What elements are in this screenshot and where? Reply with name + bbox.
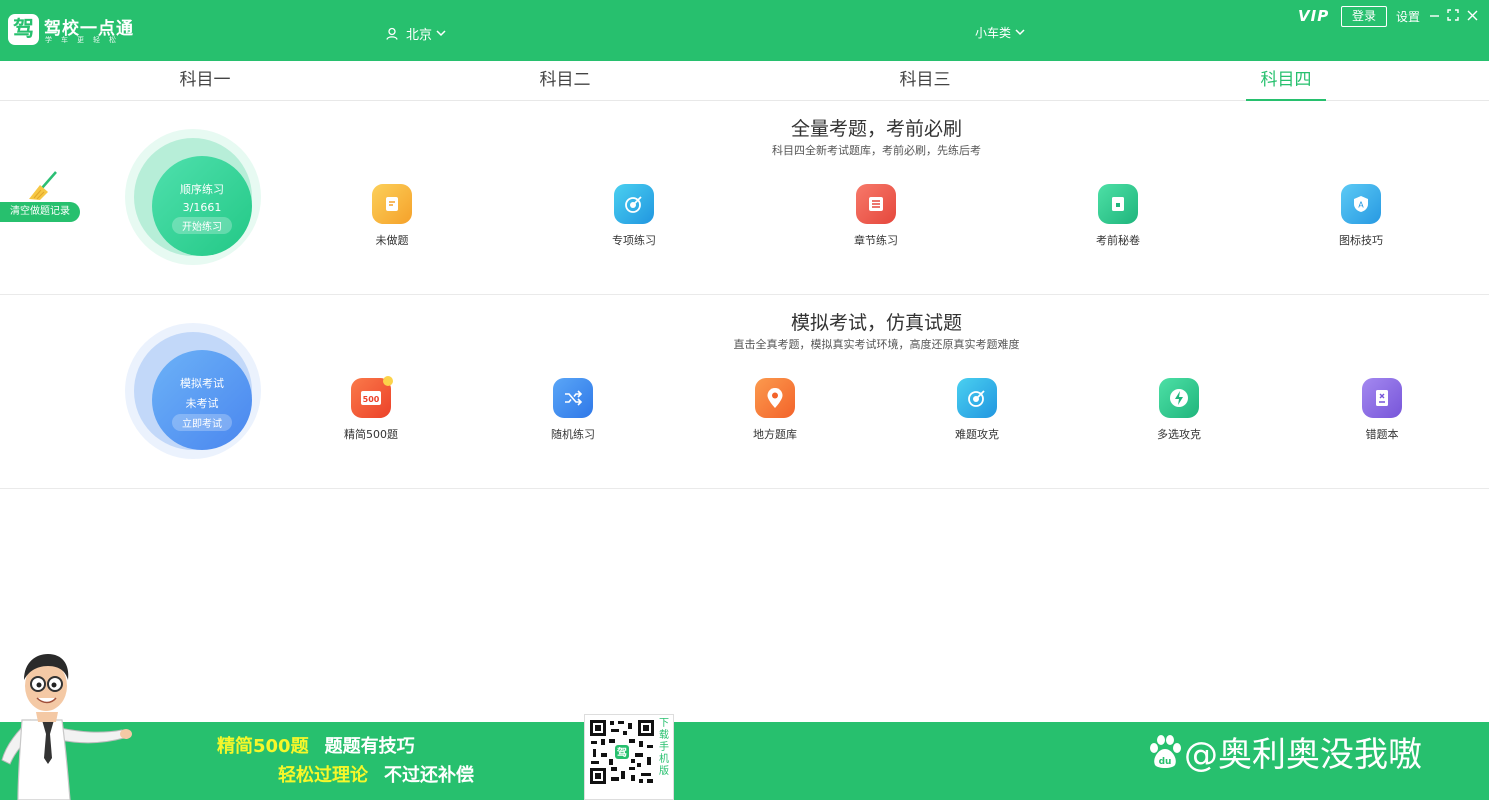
tab-subject-1[interactable]: 科目一 bbox=[145, 61, 265, 101]
car-type-selector[interactable]: 小车类 bbox=[975, 24, 1025, 41]
settings-button[interactable]: 设置 bbox=[1396, 8, 1420, 25]
banner-line1-a: 精简500题 bbox=[217, 736, 309, 757]
mascot-character-icon bbox=[1, 654, 132, 800]
svg-text:500: 500 bbox=[363, 395, 380, 404]
app-window: 驾 驾校一点通 学车更轻松 北京 小车类 VIP 登录 设置 科目一 科目二 科… bbox=[0, 0, 1489, 800]
item-special-practice[interactable]: 专项练习 bbox=[589, 184, 679, 248]
item-sign-tips[interactable]: A 图标技巧 bbox=[1316, 184, 1406, 248]
exam-section: 模拟考试，仿真试题 直击全真考题，模拟真实考试环境，高度还原真实考题难度 模拟考… bbox=[0, 295, 1489, 489]
item-secret-exam[interactable]: 考前秘卷 bbox=[1073, 184, 1163, 248]
svg-text:驾: 驾 bbox=[616, 746, 627, 759]
target-icon bbox=[957, 378, 997, 418]
title-bar: 驾 驾校一点通 学车更轻松 北京 小车类 VIP 登录 设置 bbox=[0, 0, 1489, 61]
list-icon bbox=[856, 184, 896, 224]
broom-icon bbox=[29, 171, 57, 200]
promo-banner[interactable]: 精简500题 题题有技巧 轻松过理论 不过还补偿 驾 下 载 手 机 版 du … bbox=[0, 714, 1489, 800]
item-chapter-practice[interactable]: 章节练习 bbox=[831, 184, 921, 248]
login-button[interactable]: 登录 bbox=[1341, 6, 1387, 27]
item-local-questions[interactable]: 地方题库 bbox=[730, 378, 820, 442]
download-mobile-label: 下 载 手 机 版 bbox=[659, 718, 669, 777]
close-icon[interactable] bbox=[1465, 8, 1479, 22]
sequential-progress: 3/1661 bbox=[182, 201, 222, 214]
tab-subject-2[interactable]: 科目二 bbox=[505, 61, 625, 101]
banner-line1-b: 题题有技巧 bbox=[324, 736, 415, 757]
watermark: du @奥利奥没我嗷 bbox=[1146, 727, 1422, 776]
start-exam-button[interactable]: 立即考试 bbox=[172, 414, 232, 431]
start-practice-button[interactable]: 开始练习 bbox=[172, 217, 232, 234]
location-pin-icon bbox=[755, 378, 795, 418]
item-error-book[interactable]: 错题本 bbox=[1337, 378, 1427, 442]
clear-records-button[interactable]: 清空做题记录 bbox=[0, 202, 80, 222]
item-hard-questions[interactable]: 难题攻克 bbox=[932, 378, 1022, 442]
item-undone[interactable]: 未做题 bbox=[347, 184, 437, 248]
secret-book-icon bbox=[1098, 184, 1138, 224]
item-multi-choice[interactable]: 多选攻克 bbox=[1134, 378, 1224, 442]
mock-exam-status: 未考试 bbox=[185, 397, 219, 410]
city-selector[interactable]: 北京 bbox=[386, 24, 454, 43]
mock-exam-circle[interactable]: 模拟考试 未考试 立即考试 bbox=[125, 323, 261, 459]
error-book-icon bbox=[1362, 378, 1402, 418]
minimize-icon[interactable] bbox=[1427, 8, 1441, 22]
star-badge-icon bbox=[383, 376, 393, 386]
item-random-practice[interactable]: 随机练习 bbox=[528, 378, 618, 442]
tab-subject-4[interactable]: 科目四 bbox=[1226, 61, 1346, 101]
sequential-practice-circle[interactable]: 顺序练习 3/1661 开始练习 bbox=[125, 129, 261, 265]
lightning-icon bbox=[1159, 378, 1199, 418]
shuffle-icon bbox=[553, 378, 593, 418]
download-qr[interactable]: 驾 下 载 手 机 版 bbox=[584, 714, 674, 800]
app-logo-icon: 驾 bbox=[8, 14, 39, 45]
target-icon bbox=[614, 184, 654, 224]
baidu-paw-icon: du bbox=[1150, 734, 1181, 768]
watermark-text: @奥利奥没我嗷 bbox=[1184, 735, 1422, 775]
subject-tabs: 科目一 科目二 科目三 科目四 bbox=[0, 61, 1489, 101]
notepad-icon bbox=[372, 184, 412, 224]
chevron-down-icon bbox=[436, 30, 446, 37]
app-slogan: 学车更轻松 bbox=[45, 36, 125, 44]
sequential-practice-label: 顺序练习 bbox=[180, 183, 224, 196]
location-icon bbox=[386, 27, 398, 40]
chevron-down-icon bbox=[1015, 29, 1025, 36]
car-type-label: 小车类 bbox=[975, 26, 1012, 40]
500-icon: 500 bbox=[351, 376, 393, 418]
practice-section: 全量考题，考前必刷 科目四全新考试题库，考前必刷，先练后考 顺序练习 3/166… bbox=[0, 101, 1489, 295]
banner-line2-a: 轻松过理论 bbox=[278, 765, 368, 786]
qr-code-icon: 驾 bbox=[589, 719, 655, 785]
svg-text:du: du bbox=[1159, 757, 1172, 767]
maximize-icon[interactable] bbox=[1446, 8, 1460, 22]
svg-text:A: A bbox=[1358, 201, 1364, 210]
mock-exam-label: 模拟考试 bbox=[180, 377, 224, 390]
city-label: 北京 bbox=[406, 28, 433, 43]
vip-button[interactable]: VIP bbox=[1298, 7, 1329, 25]
banner-line2-b: 不过还补偿 bbox=[384, 765, 474, 786]
tab-subject-3[interactable]: 科目三 bbox=[865, 61, 985, 101]
shield-a-icon: A bbox=[1341, 184, 1381, 224]
item-500-questions[interactable]: 500 精简500题 bbox=[326, 376, 416, 442]
